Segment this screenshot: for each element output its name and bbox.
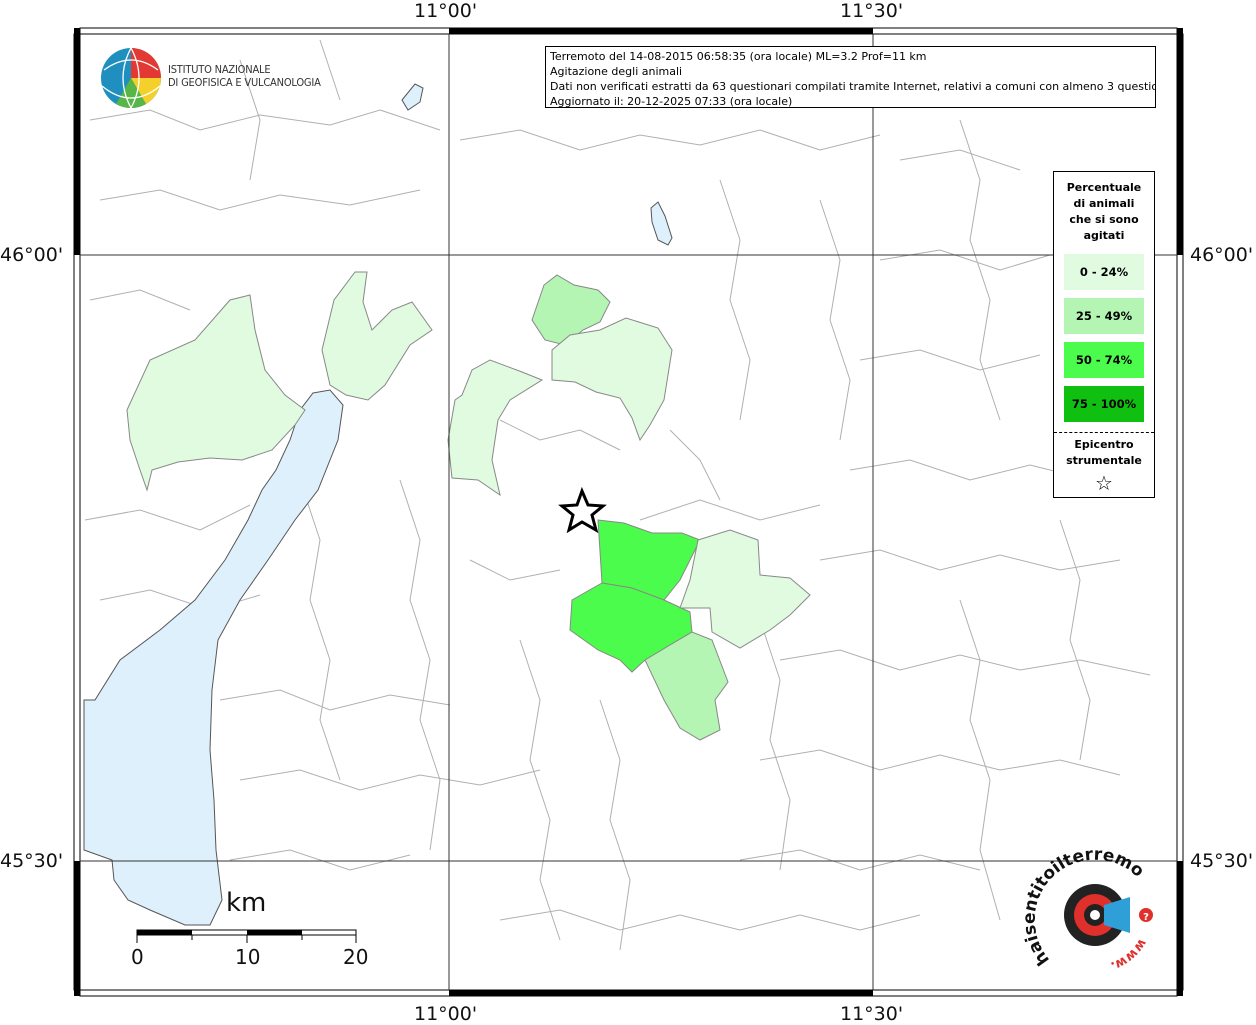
scale-unit: km: [226, 888, 267, 918]
event-info-line4: Aggiornato il: 20-12-2025 07:33 (ora loc…: [550, 95, 793, 108]
legend-title-line2: di animali: [1073, 197, 1135, 210]
ingv-logo-icon: [101, 47, 161, 109]
legend-class-50-74: 50 - 74%: [1064, 342, 1144, 378]
event-info-line1: Terremoto del 14-08-2015 06:58:35 (ora l…: [550, 50, 927, 63]
lon-label-top-1100: 11°00': [414, 0, 478, 22]
lon-label-top-1130: 11°30': [840, 0, 904, 22]
lat-label-left-4600: 46°00': [0, 244, 64, 266]
legend-title-line4: agitati: [1083, 229, 1125, 242]
lat-label-right-4530: 45°30': [1190, 850, 1254, 872]
event-info-box: Terremoto del 14-08-2015 06:58:35 (ora l…: [545, 46, 1156, 108]
legend: Percentuale di animali che si sono agita…: [1053, 171, 1155, 498]
scale-tick-20: 20: [343, 945, 369, 969]
intensity-map: ? haisentitoilterremoto.it www.: [0, 0, 1184, 997]
legend-star-icon: ☆: [1095, 471, 1113, 495]
legend-epicenter-line1: Epicentro: [1074, 438, 1134, 451]
legend-class-0-24: 0 - 24%: [1064, 254, 1144, 290]
lat-label-left-4530: 45°30': [0, 850, 64, 872]
legend-epicenter-line2: strumentale: [1066, 454, 1142, 467]
lon-label-bottom-1130: 11°30': [840, 1003, 904, 1025]
legend-title: Percentuale di animali che si sono agita…: [1054, 180, 1154, 244]
legend-title-line3: che si sono: [1069, 213, 1139, 226]
event-info-line3: Dati non verificati estratti da 63 quest…: [550, 80, 1156, 93]
lon-label-bottom-1100: 11°00': [414, 1003, 478, 1025]
institute-name-line2: di Geofisica e Vulcanologia: [168, 76, 321, 89]
lat-label-right-4600: 46°00': [1190, 244, 1254, 266]
legend-class-75-100: 75 - 100%: [1064, 386, 1144, 422]
legend-epicenter-label: Epicentro strumentale: [1054, 437, 1154, 469]
legend-title-line1: Percentuale: [1066, 181, 1142, 194]
legend-separator: [1054, 432, 1154, 433]
institute-name: Istituto Nazionale di Geofisica e Vulcan…: [168, 63, 321, 89]
scale-tick-0: 0: [131, 945, 144, 969]
legend-class-25-49: 25 - 49%: [1064, 298, 1144, 334]
institute-name-line1: Istituto Nazionale: [168, 63, 271, 76]
event-info-line2: Agitazione degli animali: [550, 65, 683, 78]
scale-tick-10: 10: [235, 945, 261, 969]
haisentito-question-mark: ?: [1143, 912, 1149, 923]
